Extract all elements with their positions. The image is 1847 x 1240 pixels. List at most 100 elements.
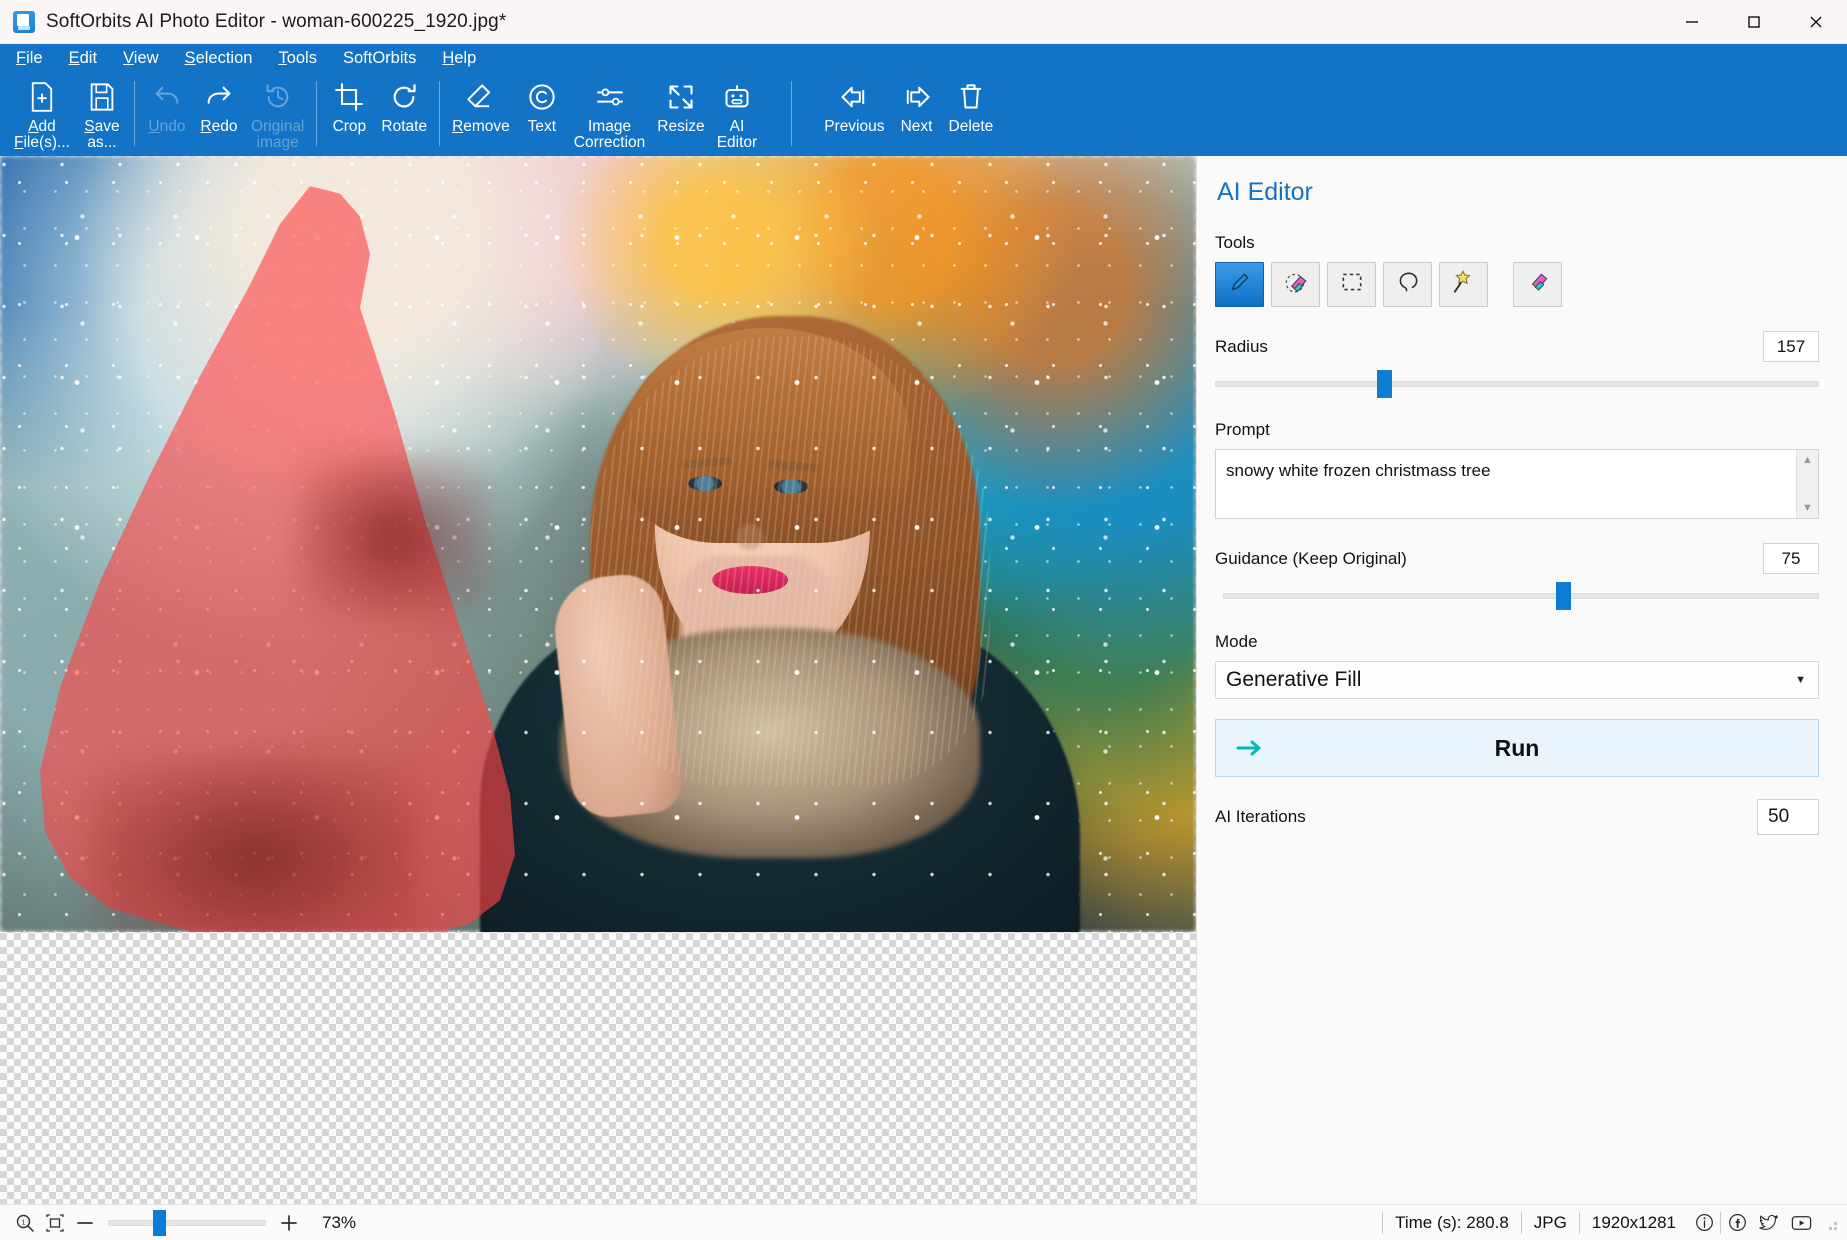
menu-bar: File Edit View Selection Tools SoftOrbit…	[0, 44, 1847, 73]
zoom-slider[interactable]	[108, 1208, 266, 1238]
toolbar-remove[interactable]: Remove	[446, 73, 516, 156]
menu-edit[interactable]: Edit	[67, 48, 99, 69]
tools-label: Tools	[1215, 233, 1819, 253]
crop-icon	[335, 77, 363, 117]
run-button[interactable]: Run	[1215, 719, 1819, 777]
toolbar-original-image[interactable]: Originalimage	[245, 73, 310, 156]
zoom-in-button[interactable]	[274, 1208, 304, 1238]
toolbar-undo[interactable]: Undo	[141, 73, 193, 156]
toolbar-save-as-label: Saveas...	[84, 119, 119, 152]
tools-row	[1215, 262, 1819, 307]
undo-icon	[152, 77, 182, 117]
toolbar-ai-editor[interactable]: AIEditor	[711, 73, 764, 156]
menu-tools[interactable]: Tools	[276, 48, 319, 69]
toolbar-crop[interactable]: Crop	[323, 73, 375, 156]
toolbar-resize[interactable]: Resize	[651, 73, 710, 156]
tool-fill[interactable]	[1513, 262, 1562, 307]
tool-rectangle-select[interactable]	[1327, 262, 1376, 307]
tool-magic-wand[interactable]	[1439, 262, 1488, 307]
menu-selection[interactable]: Selection	[183, 48, 255, 69]
zoom-actual-size-icon[interactable]: 1	[10, 1208, 40, 1238]
add-file-icon	[28, 77, 56, 117]
format-label: JPG	[1522, 1211, 1579, 1235]
maximize-button[interactable]	[1723, 0, 1785, 44]
guidance-value[interactable]: 75	[1763, 543, 1819, 574]
tool-brush[interactable]	[1215, 262, 1264, 307]
redo-icon	[204, 77, 234, 117]
toolbar-remove-label: Remove	[452, 119, 510, 135]
lasso-icon	[1395, 269, 1421, 300]
youtube-icon[interactable]	[1785, 1208, 1817, 1238]
robot-icon	[723, 77, 751, 117]
menu-help[interactable]: Help	[440, 48, 478, 69]
toolbar-delete-label: Delete	[949, 119, 994, 135]
photo-image[interactable]	[0, 156, 1196, 932]
menu-softorbits[interactable]: SoftOrbits	[341, 48, 418, 69]
tool-eraser[interactable]	[1271, 262, 1320, 307]
time-label: Time (s): 280.8	[1383, 1211, 1521, 1235]
zoom-slider-thumb[interactable]	[153, 1210, 166, 1236]
history-icon	[264, 77, 292, 117]
eraser-selection-icon	[1283, 269, 1309, 300]
toolbar-text[interactable]: Text	[516, 73, 568, 156]
toolbar-next[interactable]: Next	[891, 73, 943, 156]
toolbar-crop-label: Crop	[333, 119, 367, 135]
radius-slider[interactable]	[1215, 368, 1819, 398]
toolbar-save-as[interactable]: Saveas...	[76, 73, 128, 156]
mode-select[interactable]: Generative Fill ▼	[1215, 661, 1819, 699]
info-icon[interactable]	[1688, 1208, 1720, 1238]
guidance-row: Guidance (Keep Original) 75	[1215, 543, 1819, 574]
trash-icon	[958, 77, 984, 117]
ai-editor-panel: AI Editor Tools	[1196, 156, 1847, 1204]
mode-selected-value: Generative Fill	[1226, 668, 1361, 692]
prompt-input[interactable]	[1216, 450, 1818, 518]
resize-icon	[667, 77, 695, 117]
save-icon	[88, 77, 116, 117]
window-controls	[1661, 0, 1847, 44]
facebook-icon[interactable]	[1721, 1208, 1753, 1238]
ai-mask-shading	[90, 756, 420, 932]
copyright-icon	[528, 77, 556, 117]
toolbar-delete[interactable]: Delete	[943, 73, 1000, 156]
minimize-button[interactable]	[1661, 0, 1723, 44]
close-button[interactable]	[1785, 0, 1847, 44]
toolbar-image-correction[interactable]: ImageCorrection	[568, 73, 652, 156]
iterations-value[interactable]: 50	[1757, 799, 1819, 835]
ai-mask-layer[interactable]	[0, 156, 1196, 932]
zoom-percent-label: 73%	[322, 1213, 356, 1233]
prompt-scrollbar[interactable]: ▲ ▼	[1796, 450, 1818, 518]
toolbar-original-image-label: Originalimage	[251, 119, 304, 152]
guidance-slider[interactable]	[1223, 580, 1819, 610]
rectangle-select-icon	[1339, 269, 1365, 300]
iterations-label: AI Iterations	[1215, 807, 1306, 827]
menu-file[interactable]: File	[14, 48, 45, 69]
image-canvas[interactable]	[0, 156, 1196, 1204]
rotate-icon	[390, 77, 418, 117]
toolbar-divider	[439, 81, 440, 146]
toolbar-previous-label: Previous	[824, 119, 884, 135]
scroll-up-icon[interactable]: ▲	[1797, 450, 1818, 470]
run-arrow-icon	[1236, 738, 1268, 758]
title-bar: SoftOrbits AI Photo Editor - woman-60022…	[0, 0, 1847, 44]
zoom-out-button[interactable]	[70, 1208, 100, 1238]
tool-lasso[interactable]	[1383, 262, 1432, 307]
application-window: SoftOrbits AI Photo Editor - woman-60022…	[0, 0, 1847, 1240]
scroll-down-icon[interactable]: ▼	[1797, 498, 1818, 518]
twitter-icon[interactable]	[1753, 1208, 1785, 1238]
radius-value[interactable]: 157	[1763, 331, 1819, 362]
toolbar-resize-label: Resize	[657, 119, 704, 135]
magic-wand-icon	[1451, 269, 1477, 300]
resize-grip[interactable]	[1823, 1216, 1837, 1230]
toolbar-previous[interactable]: Previous	[818, 73, 890, 156]
toolbar-rotate[interactable]: Rotate	[375, 73, 433, 156]
zoom-slider-track	[108, 1220, 266, 1226]
toolbar-divider	[134, 81, 135, 146]
toolbar-redo[interactable]: Redo	[193, 73, 245, 156]
menu-view[interactable]: View	[121, 48, 160, 69]
dimensions-label: 1920x1281	[1580, 1211, 1688, 1235]
radius-slider-thumb[interactable]	[1377, 370, 1392, 398]
zoom-fit-icon[interactable]	[40, 1208, 70, 1238]
guidance-slider-thumb[interactable]	[1556, 582, 1571, 610]
toolbar-add-files[interactable]: AddFile(s)...	[8, 73, 76, 156]
status-right: Time (s): 280.8 JPG 1920x1281	[1382, 1205, 1841, 1240]
